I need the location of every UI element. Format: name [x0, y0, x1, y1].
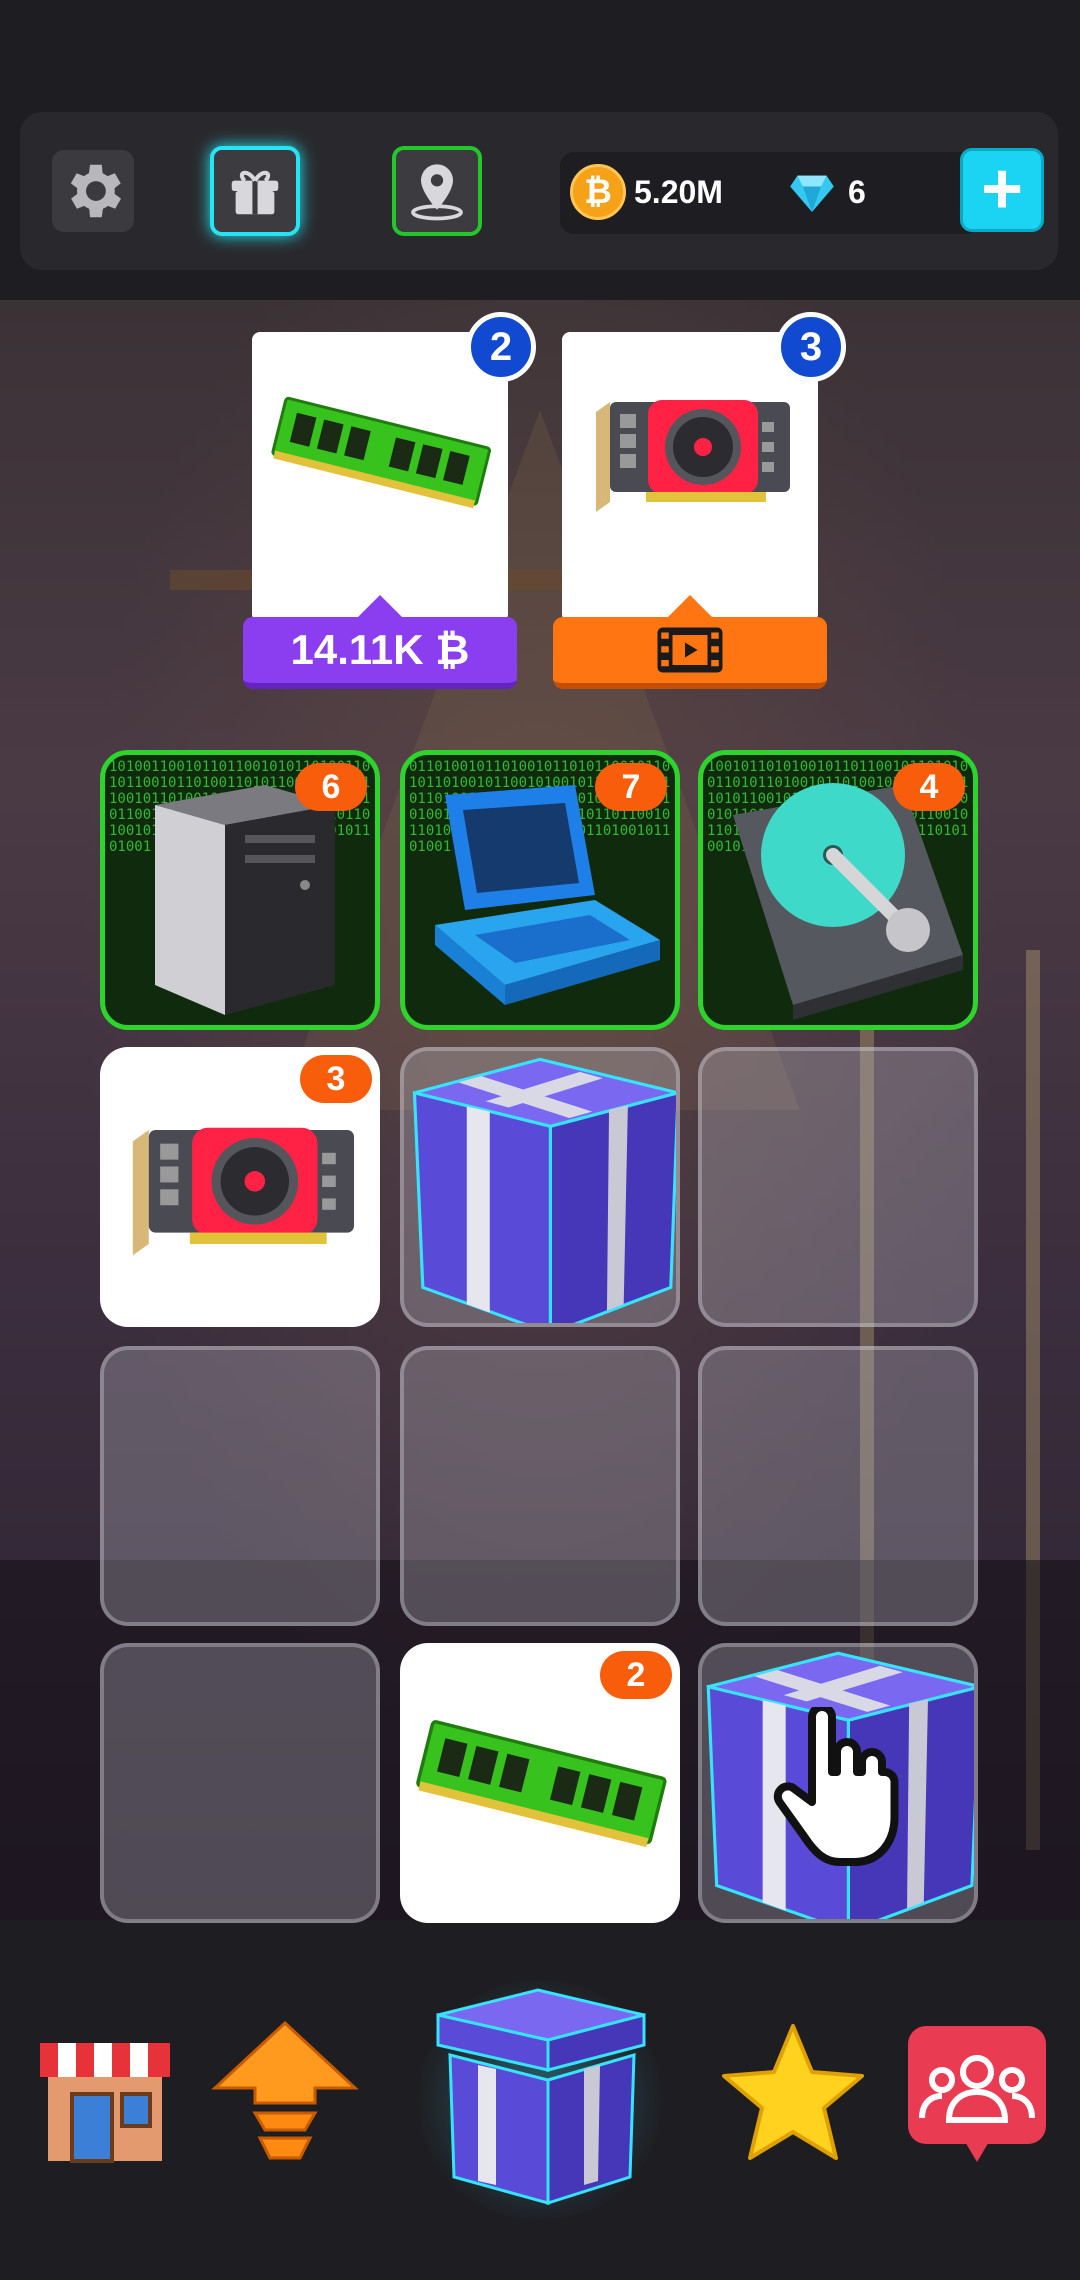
- currency-panel: ₿ 5.20M 6: [560, 152, 980, 234]
- film-icon: [657, 627, 723, 673]
- grid-cell-empty[interactable]: [400, 1346, 680, 1626]
- star-icon[interactable]: [718, 2018, 868, 2168]
- grid-cell-ram-stick[interactable]: 2: [400, 1643, 680, 1923]
- gift-icon: [231, 170, 279, 215]
- grid-cell-graphics-card[interactable]: 3: [100, 1047, 380, 1327]
- grid-cell-pc-tower[interactable]: 1010011001011011001010110100110101100101…: [100, 750, 380, 1030]
- grid-cell-hard-drive[interactable]: 1001011010100101101100101101010011010110…: [698, 750, 978, 1030]
- reward-label: 14.11K ₿: [290, 626, 470, 673]
- item-count-badge: 3: [300, 1055, 372, 1103]
- grid-cell-gift-box[interactable]: [698, 1643, 978, 1923]
- shop-icon[interactable]: [30, 2018, 180, 2168]
- upgrade-icon[interactable]: [210, 2018, 360, 2168]
- item-count-badge: 4: [893, 763, 965, 811]
- coin-balance: 5.20M: [634, 174, 723, 210]
- grid-cell-empty[interactable]: [100, 1346, 380, 1626]
- diamond-icon: [790, 175, 834, 212]
- spawn-gift-button[interactable]: [428, 1985, 654, 2207]
- item-count-badge: 6: [295, 763, 367, 811]
- coin-reward-button[interactable]: 14.11K ₿: [243, 595, 517, 689]
- add-currency-button[interactable]: +: [960, 148, 1044, 232]
- order-card-1[interactable]: 2: [252, 312, 536, 622]
- gem-balance: 6: [848, 174, 866, 210]
- graphics-card-icon: [596, 400, 790, 512]
- grid-cell-empty[interactable]: [100, 1643, 380, 1923]
- hand-pointer-icon: [773, 1707, 899, 1866]
- bitcoin-icon: ₿: [570, 164, 626, 220]
- order-card-2[interactable]: 3: [562, 312, 846, 622]
- location-button[interactable]: [392, 146, 482, 236]
- settings-button[interactable]: [52, 150, 134, 232]
- grid-cell-empty[interactable]: [698, 1047, 978, 1327]
- order-required-badge: 3: [776, 312, 846, 382]
- watch-video-button[interactable]: [553, 595, 827, 689]
- grid-cell-empty[interactable]: [698, 1346, 978, 1626]
- item-count-badge: 2: [600, 1651, 672, 1699]
- grid-cell-gift-box[interactable]: [400, 1047, 680, 1327]
- ram-stick-icon: [271, 396, 491, 509]
- gear-icon: [70, 164, 122, 218]
- grid-cell-retro-laptop[interactable]: 0110100101101001011010110010110101101001…: [400, 750, 680, 1030]
- order-required-badge: 2: [466, 312, 536, 382]
- item-count-badge: 7: [595, 763, 667, 811]
- daily-gift-button[interactable]: [210, 146, 300, 236]
- community-icon[interactable]: [904, 2022, 1050, 2168]
- gift-box-icon: [412, 1057, 676, 1323]
- map-pin-icon: [411, 164, 463, 221]
- top-bar: ₿ 5.20M 6 +: [20, 112, 1058, 270]
